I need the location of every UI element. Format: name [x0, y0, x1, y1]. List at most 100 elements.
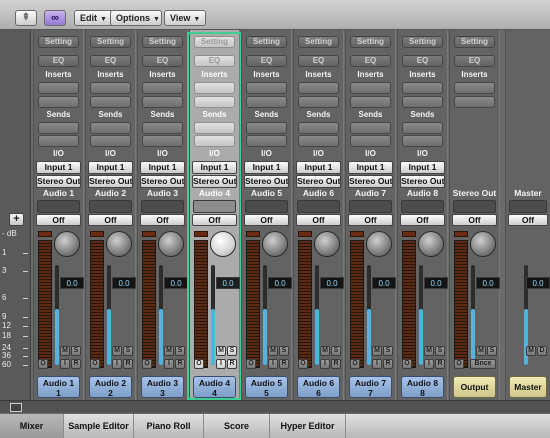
eq-slot[interactable]: EQ [454, 55, 495, 67]
output-selector[interactable]: Stereo Out [192, 175, 237, 188]
volume-fader[interactable] [419, 265, 423, 365]
volume-fader[interactable] [315, 265, 319, 365]
automation-off-button[interactable]: Off [140, 214, 185, 226]
setting-slot[interactable]: Setting [350, 36, 391, 48]
track-name-box[interactable]: Audio 11 [37, 376, 80, 398]
track-name-box[interactable]: Audio 33 [141, 376, 184, 398]
group-slot[interactable] [245, 200, 288, 213]
track-name-box[interactable]: Audio 88 [401, 376, 444, 398]
solo-button[interactable]: S [331, 346, 341, 356]
input-monitor-button[interactable]: I [60, 359, 70, 369]
eq-slot[interactable]: EQ [90, 55, 131, 67]
master-name-box[interactable]: Master [509, 376, 547, 398]
input-selector[interactable]: Input 1 [400, 161, 445, 174]
input-selector[interactable]: Input 1 [88, 161, 133, 174]
input-selector[interactable]: Input 1 [36, 161, 81, 174]
record-ready-button[interactable]: O [38, 359, 48, 369]
record-enable-button[interactable]: R [383, 359, 393, 369]
pan-knob[interactable] [106, 231, 132, 257]
stereo-link-button[interactable]: O [454, 359, 464, 369]
group-slot[interactable] [297, 200, 340, 213]
input-monitor-button[interactable]: I [424, 359, 434, 369]
input-monitor-button[interactable]: I [320, 359, 330, 369]
volume-fader[interactable] [55, 265, 59, 365]
insert-slot[interactable] [90, 82, 131, 94]
track-name-box[interactable]: Audio 55 [245, 376, 288, 398]
send-slot[interactable] [194, 122, 235, 134]
send-slot[interactable] [246, 135, 287, 147]
solo-button[interactable]: S [279, 346, 289, 356]
automation-off-button[interactable]: Off [244, 214, 289, 226]
record-ready-button[interactable]: O [402, 359, 412, 369]
channel-strip[interactable]: Setting EQ Inserts Sends I/O Input 1 Stereo Ou… [293, 30, 344, 400]
input-monitor-button[interactable]: I [216, 359, 226, 369]
mixer-window-icon[interactable] [10, 403, 22, 412]
channel-strip[interactable]: Setting EQ Inserts Sends I/O Input 1 Stereo Ou… [187, 30, 242, 400]
tab-score[interactable]: Score [204, 414, 270, 438]
setting-slot[interactable]: Setting [90, 36, 131, 48]
insert-slot[interactable] [38, 96, 79, 108]
volume-fader[interactable] [263, 265, 267, 365]
setting-slot[interactable]: Setting [142, 36, 183, 48]
insert-slot[interactable] [298, 96, 339, 108]
eq-slot[interactable]: EQ [246, 55, 287, 67]
send-slot[interactable] [90, 122, 131, 134]
setting-slot[interactable]: Setting [298, 36, 339, 48]
insert-slot[interactable] [246, 82, 287, 94]
record-ready-button[interactable]: O [350, 359, 360, 369]
automation-off-button[interactable]: Off [296, 214, 341, 226]
insert-slot[interactable] [402, 82, 443, 94]
pan-knob[interactable] [158, 231, 184, 257]
send-slot[interactable] [90, 135, 131, 147]
record-ready-button[interactable]: O [142, 359, 152, 369]
insert-slot[interactable] [38, 82, 79, 94]
output-selector[interactable]: Stereo Out [348, 175, 393, 188]
pan-knob[interactable] [262, 231, 288, 257]
insert-slot[interactable] [402, 96, 443, 108]
up-arrow-button[interactable]: ⇞ [15, 10, 37, 26]
record-enable-button[interactable]: R [227, 359, 237, 369]
solo-button[interactable]: S [383, 346, 393, 356]
insert-slot[interactable] [350, 96, 391, 108]
eq-slot[interactable]: EQ [194, 55, 235, 67]
insert-slot[interactable] [246, 96, 287, 108]
output-selector[interactable]: Stereo Out [140, 175, 185, 188]
eq-slot[interactable]: EQ [350, 55, 391, 67]
output-selector[interactable]: Stereo Out [296, 175, 341, 188]
send-slot[interactable] [194, 135, 235, 147]
tab-sample-editor[interactable]: Sample Editor [64, 414, 134, 438]
pan-knob[interactable] [418, 231, 444, 257]
insert-slot[interactable] [298, 82, 339, 94]
input-selector[interactable]: Input 1 [296, 161, 341, 174]
pan-knob[interactable] [470, 231, 496, 257]
setting-slot[interactable]: Setting [402, 36, 443, 48]
send-slot[interactable] [298, 122, 339, 134]
pan-knob[interactable] [314, 231, 340, 257]
record-enable-button[interactable]: R [175, 359, 185, 369]
master-strip[interactable]: Master Off 0.0 M D Master [505, 30, 550, 400]
insert-slot[interactable] [142, 96, 183, 108]
mute-button[interactable]: M [112, 346, 122, 356]
group-slot[interactable] [349, 200, 392, 213]
solo-button[interactable]: S [71, 346, 81, 356]
volume-fader[interactable] [159, 265, 163, 365]
input-monitor-button[interactable]: I [268, 359, 278, 369]
record-enable-button[interactable]: R [71, 359, 81, 369]
output-strip[interactable]: Setting EQ Inserts Stereo Out Off 0.0 M S O Bnce O… [449, 30, 500, 400]
send-slot[interactable] [142, 135, 183, 147]
mute-button[interactable]: M [60, 346, 70, 356]
track-name-box[interactable]: Audio 66 [297, 376, 340, 398]
channel-strip[interactable]: Setting EQ Inserts Sends I/O Input 1 Stereo Ou… [345, 30, 396, 400]
bounce-button[interactable]: Bnce [470, 359, 496, 369]
mute-button[interactable]: M [372, 346, 382, 356]
options-menu[interactable]: Options ▼ [110, 10, 162, 26]
volume-fader[interactable] [471, 265, 475, 365]
mute-button[interactable]: M [476, 346, 486, 356]
volume-fader[interactable] [107, 265, 111, 365]
record-enable-button[interactable]: R [331, 359, 341, 369]
record-ready-button[interactable]: O [194, 359, 204, 369]
send-slot[interactable] [350, 135, 391, 147]
send-slot[interactable] [38, 135, 79, 147]
automation-off-button[interactable]: Off [348, 214, 393, 226]
solo-button[interactable]: S [123, 346, 133, 356]
